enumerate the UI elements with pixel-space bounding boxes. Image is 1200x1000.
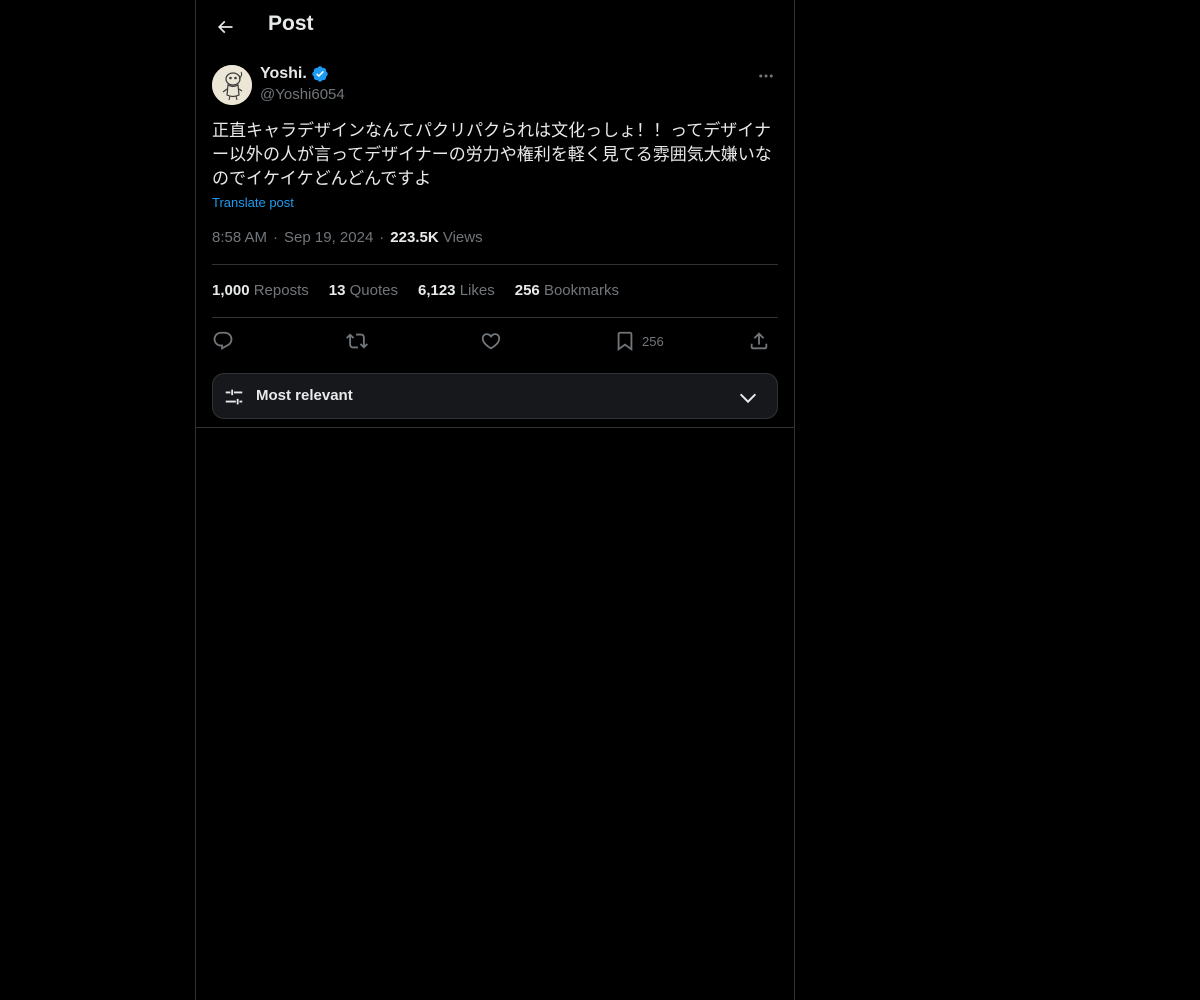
likes-stat[interactable]: 6,123 Likes — [418, 282, 495, 299]
quotes-stat[interactable]: 13 Quotes — [329, 282, 398, 299]
bookmarks-label: Bookmarks — [543, 282, 619, 299]
chevron-down-icon — [739, 393, 757, 404]
reply-sort-dropdown[interactable]: Most relevant — [212, 373, 778, 419]
divider — [212, 264, 778, 265]
share-button[interactable] — [748, 328, 770, 354]
avatar-image-icon — [212, 65, 252, 105]
filter-sliders-icon — [225, 389, 243, 405]
avatar[interactable] — [212, 65, 252, 105]
repost-icon — [346, 333, 368, 349]
more-horizontal-icon — [759, 74, 773, 78]
section-divider — [196, 427, 794, 428]
bookmark-button[interactable]: 256 — [614, 328, 664, 354]
bookmark-count: 256 — [642, 333, 664, 349]
post-author: Yoshi. @Yoshi6054 — [212, 65, 778, 109]
heart-icon — [481, 333, 501, 350]
like-button[interactable] — [480, 328, 502, 354]
reply-button[interactable] — [212, 328, 234, 354]
share-icon — [750, 332, 768, 350]
reply-icon — [213, 331, 233, 350]
repost-button[interactable] — [346, 328, 368, 354]
translate-post-link[interactable]: Translate post — [212, 195, 294, 210]
sort-label: Most relevant — [256, 387, 353, 404]
more-options-button[interactable] — [754, 65, 778, 87]
views-count: 223.5K — [390, 229, 439, 246]
arrow-left-icon — [217, 20, 233, 34]
bookmarks-count: 256 — [514, 282, 540, 299]
reposts-stat[interactable]: 1,000 Reposts — [212, 282, 309, 299]
display-name[interactable]: Yoshi. — [260, 65, 307, 83]
divider — [212, 317, 778, 318]
back-button[interactable] — [208, 10, 242, 44]
post-time[interactable]: 8:58 AM — [212, 229, 267, 246]
quotes-label: Quotes — [349, 282, 398, 299]
likes-count: 6,123 — [417, 282, 456, 299]
reposts-count: 1,000 — [212, 282, 250, 299]
page-title: Post — [268, 12, 314, 35]
quotes-count: 13 — [328, 282, 346, 299]
main-column: Post Yoshi. @Yoshi6054 正直キャラデザインなんてパクリパク… — [195, 0, 795, 1000]
post-date[interactable]: Sep 19, 2024 — [284, 229, 373, 246]
post-actions: 256 — [212, 328, 778, 356]
views-label: Views — [442, 229, 483, 246]
meta-separator: · — [379, 229, 385, 246]
bookmarks-stat[interactable]: 256 Bookmarks — [515, 282, 619, 299]
reposts-label: Reposts — [253, 282, 309, 299]
post-meta: 8:58 AM · Sep 19, 2024 · 223.5K Views — [212, 229, 483, 246]
verified-badge-icon[interactable] — [311, 65, 329, 83]
name-line: Yoshi. — [260, 65, 329, 83]
user-handle[interactable]: @Yoshi6054 — [260, 86, 345, 103]
likes-label: Likes — [459, 282, 495, 299]
post-stats: 1,000 Reposts 13 Quotes 6,123 Likes 256 … — [212, 282, 619, 299]
page-header: Post — [196, 0, 794, 53]
meta-separator: · — [273, 229, 279, 246]
post-text: 正直キャラデザインなんてパクリパクられは文化っしょ！！ってデザイナー以外の人が言… — [212, 121, 772, 189]
bookmark-icon — [617, 331, 633, 352]
